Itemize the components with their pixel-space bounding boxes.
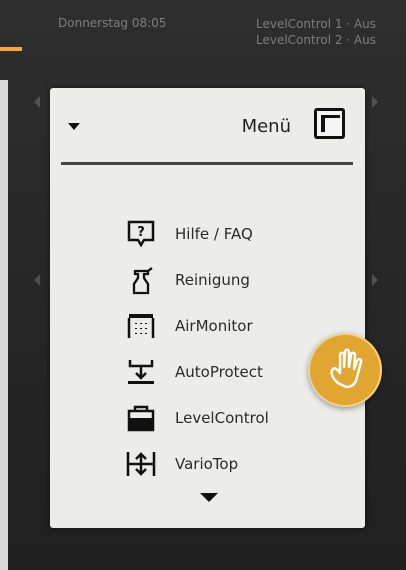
left-arrow-icon[interactable] [34, 96, 40, 108]
menu-item-help-faq[interactable]: ? Hilfe / FAQ [124, 211, 344, 257]
status-date: Donnerstag 08:05 [58, 16, 167, 30]
menu-item-label: Hilfe / FAQ [175, 225, 253, 243]
menu-item-label: AutoProtect [175, 363, 263, 381]
level-control-1-status: LevelControl 1 · Aus [255, 17, 376, 31]
cleaning-spray-icon [124, 263, 158, 297]
status-bar: Donnerstag 08:05 LevelControl 1 · Aus Le… [18, 10, 396, 56]
oven-touchscreen: Donnerstag 08:05 LevelControl 1 · Aus Le… [0, 0, 406, 570]
menu-item-label: VarioTop [175, 455, 239, 473]
level-control-icon [124, 401, 158, 435]
right-arrow-icon[interactable] [372, 96, 378, 108]
collapse-arrow-icon[interactable] [68, 123, 80, 130]
hand-touch-icon [308, 333, 382, 407]
right-arrow-icon[interactable] [372, 274, 378, 286]
level-control-status: LevelControl 1 · Aus LevelControl 2 · Au… [256, 16, 376, 48]
menu-window-icon[interactable] [314, 108, 345, 139]
menu-list: ? Hilfe / FAQ Reinigung AirMonitor AutoP… [124, 211, 344, 487]
menu-item-levelcontrol[interactable]: LevelControl [124, 395, 344, 441]
main-menu-panel: Menü ? Hilfe / FAQ Reinigung AirMonitor … [50, 88, 365, 528]
menu-title: Menü [241, 116, 291, 137]
menu-item-label: LevelControl [175, 409, 269, 427]
svg-text:?: ? [137, 225, 145, 240]
menu-item-reinigung[interactable]: Reinigung [124, 257, 344, 303]
scroll-down-arrow-icon[interactable] [200, 493, 218, 502]
screen-frame-left [0, 80, 8, 570]
auto-protect-icon [124, 355, 158, 389]
header-divider [61, 162, 353, 165]
air-monitor-icon [124, 309, 158, 343]
menu-item-label: Reinigung [175, 271, 250, 289]
menu-item-airmonitor[interactable]: AirMonitor [124, 303, 344, 349]
menu-item-label: AirMonitor [175, 317, 253, 335]
vario-top-icon [124, 447, 158, 481]
help-icon: ? [124, 217, 158, 251]
left-arrow-icon[interactable] [34, 274, 40, 286]
level-control-2-status: LevelControl 2 · Aus [255, 33, 376, 47]
menu-item-variotop[interactable]: VarioTop [124, 441, 344, 487]
menu-header: Menü [50, 88, 365, 162]
